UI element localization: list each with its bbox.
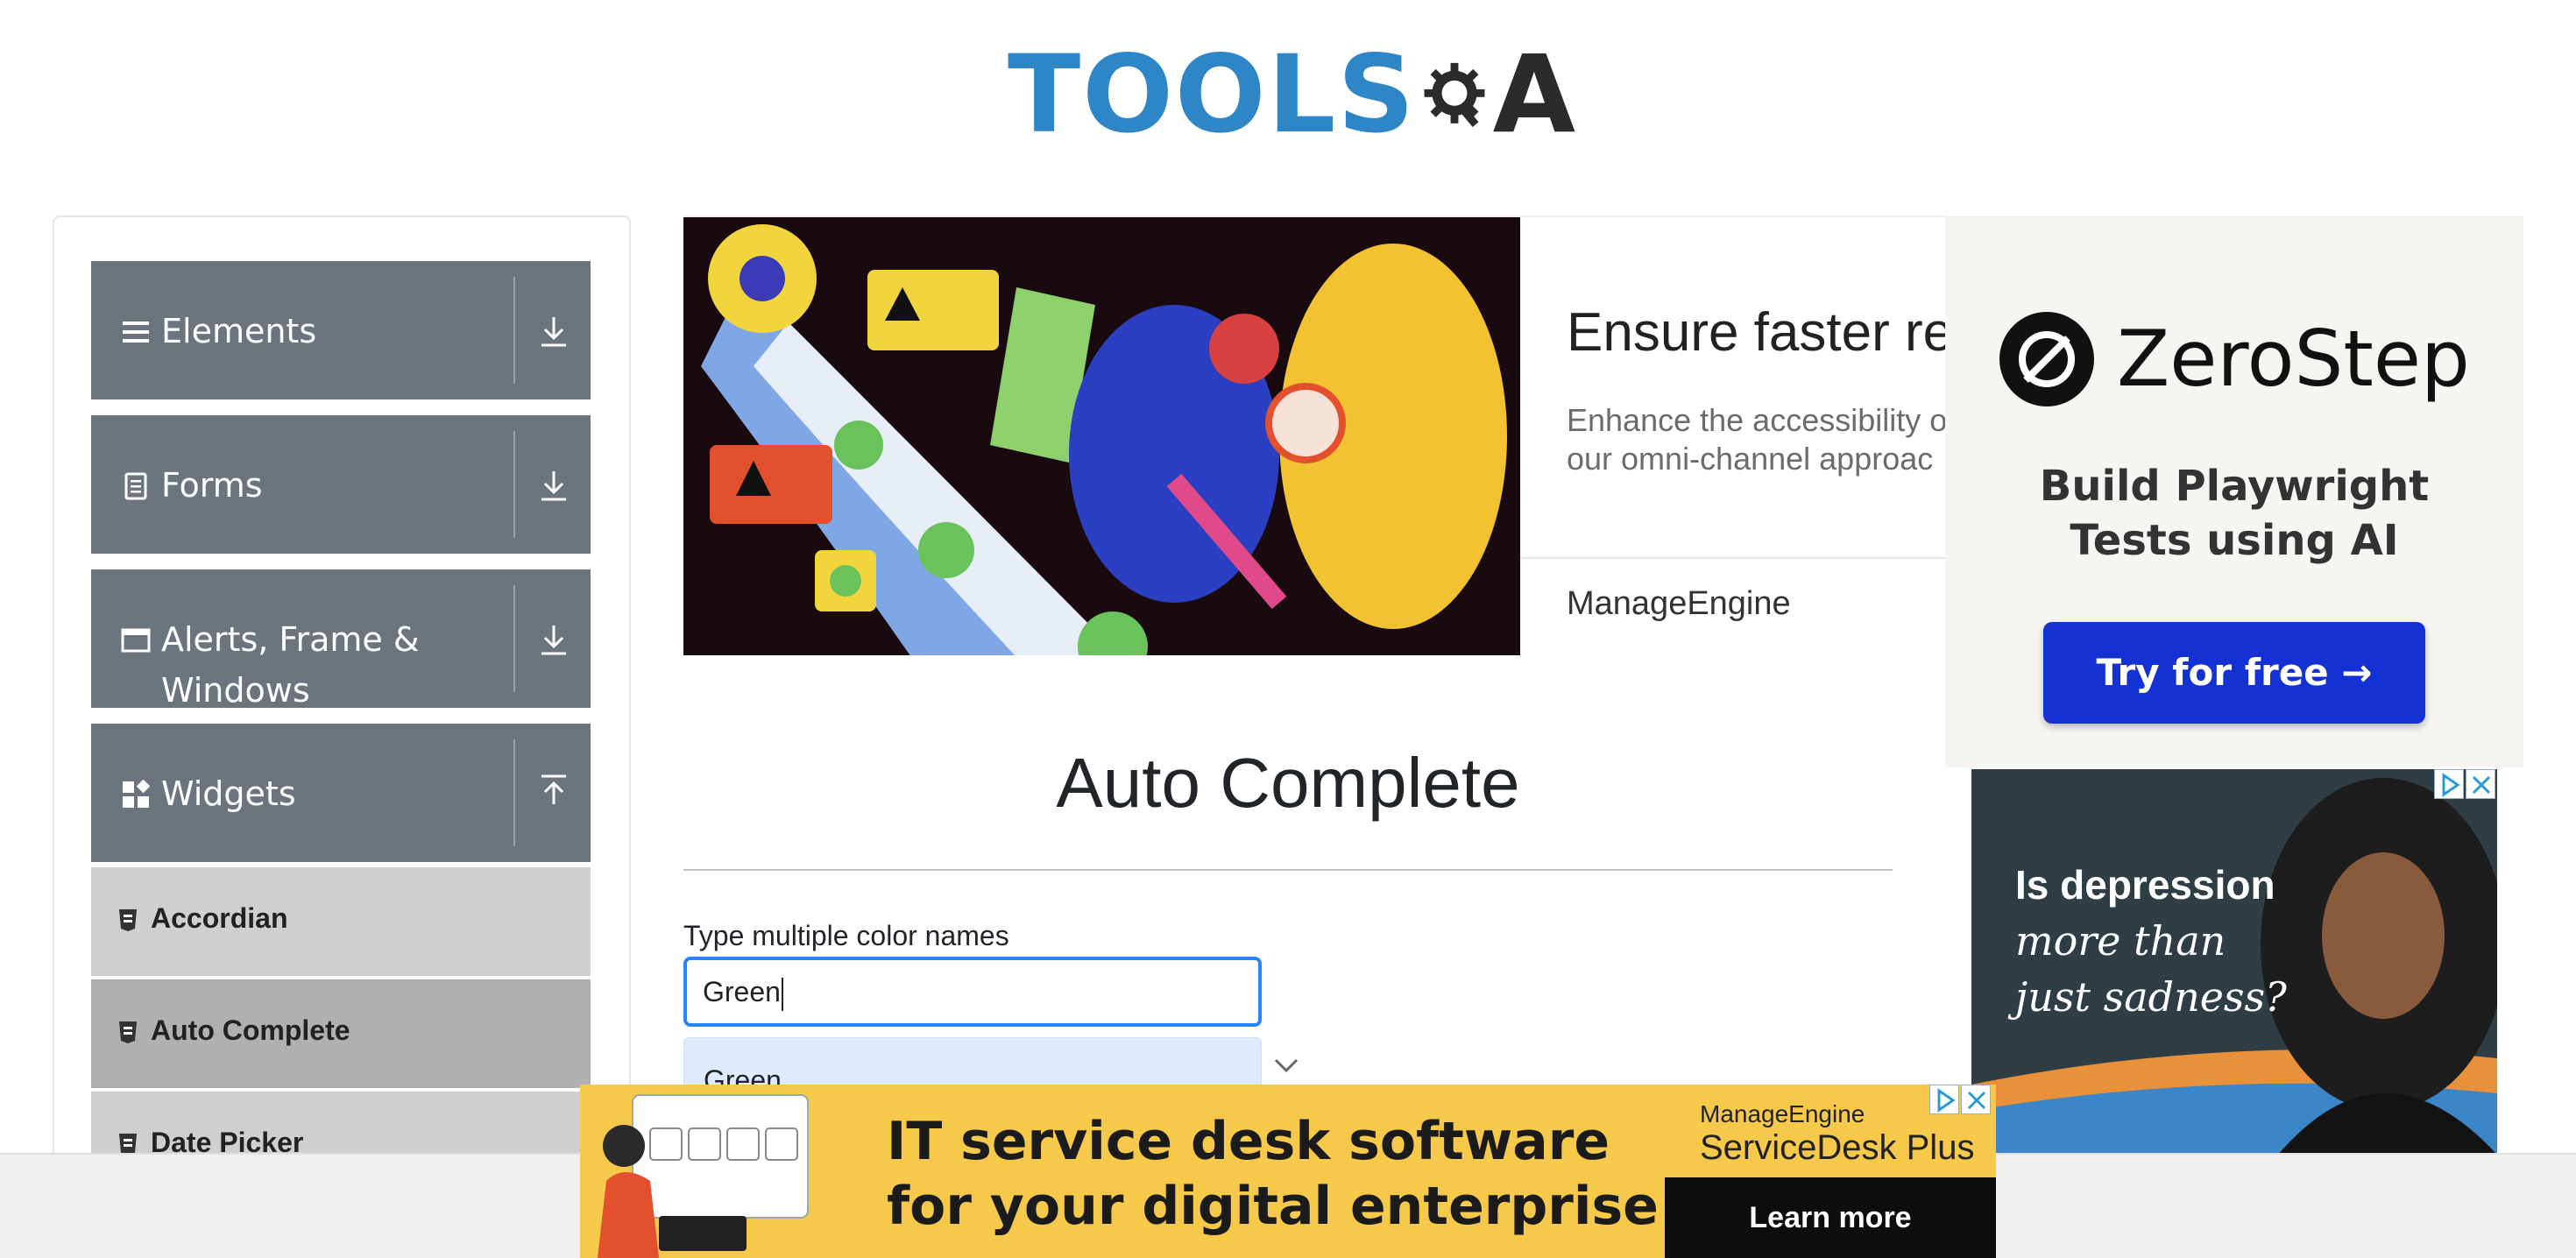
sidebar-item-accordian[interactable]: Accordian [91,867,591,976]
widgets-icon [123,780,151,808]
banner-description-line: Enhance the accessibility o [1567,402,1945,438]
ad-illustration [598,1094,809,1258]
group-label-elements: Elements [161,312,317,350]
banner-description-line: our omni-channel approac [1567,441,1934,477]
divider [513,277,515,384]
zerostep-brand: ZeroStep [2117,314,2470,404]
depression-ad-text: Is depression more than just sadness? [2015,857,2287,1025]
zerostep-ad[interactable]: ZeroStep Build Playwright Tests using AI… [1945,216,2523,767]
learn-more-button[interactable]: Learn more [1665,1177,1996,1258]
chevron-down-icon[interactable] [1269,1051,1304,1078]
adchoices-icon[interactable] [1929,1085,1959,1114]
expand-download-icon[interactable] [538,468,570,503]
divider [513,585,515,692]
sidebar-item-label: Accordian [151,902,288,934]
ad-headline: IT service desk software for your digita… [887,1109,1659,1239]
expand-download-icon[interactable] [538,314,570,349]
close-ad-icon[interactable] [2466,769,2495,799]
divider [1520,557,1945,559]
depression-ad[interactable]: Is depression more than just sadness? [1971,769,2497,1155]
banner-description: Enhance the accessibility o our omni-cha… [1567,401,1945,478]
ad-brand: ManageEngine [1700,1100,1865,1127]
banner-ad[interactable]: Ensure faster res Enhance the accessibil… [683,216,1945,655]
group-header-elements[interactable]: Elements [91,261,591,399]
toolsqa-logo[interactable]: TOOLS A [1008,25,1577,165]
gear-magnifier-icon [1424,62,1485,127]
group-label-forms: Forms [161,466,263,505]
banner-illustration [683,217,1520,655]
adchoices-icon[interactable] [2434,769,2464,799]
divider [513,431,515,538]
try-for-free-button[interactable]: Try for free → [2043,622,2425,724]
ad-line: Is depression [2015,862,2275,908]
group-header-widgets[interactable]: Widgets [91,724,591,862]
page-title: Auto Complete [1056,744,1520,822]
document-icon [124,472,147,500]
sidebar-item-label: Auto Complete [151,1014,350,1046]
sidebar-item-auto-complete[interactable]: Auto Complete [91,979,591,1088]
expand-download-icon[interactable] [538,622,570,657]
zerostep-logo-icon [1999,312,2094,406]
logo-a-text: A [1492,32,1577,157]
tagline-line: Build Playwright [2039,462,2430,511]
divider [683,869,1893,871]
html5-icon [119,1021,137,1043]
ad-headline-line: for your digital enterprise [887,1176,1659,1237]
text-caret [781,977,783,1011]
ad-headline-line: IT service desk software [887,1111,1610,1172]
ad-product: ServiceDesk Plus [1700,1128,1975,1167]
group-label-alerts-line2: Windows [161,671,310,710]
group-label-widgets: Widgets [161,774,296,813]
servicedesk-ad[interactable]: IT service desk software for your digita… [580,1085,1996,1258]
input-value: Green [703,976,781,1007]
left-panel: Elements Forms Alerts, Frame & Windows W… [53,216,631,1258]
multi-color-label: Type multiple color names [683,920,1009,951]
ad-line: more than [2015,917,2226,965]
html5-icon [119,909,137,931]
logo-tools-text: TOOLS [1008,32,1417,157]
zerostep-tagline: Build Playwright Tests using AI [1945,459,2523,568]
banner-title: Ensure faster res [1567,302,1945,363]
multi-color-input[interactable]: Green [683,957,1262,1027]
divider [513,739,515,846]
ad-line: just sadness? [2015,973,2287,1021]
hamburger-icon [123,322,149,343]
group-header-alerts[interactable]: Alerts, Frame & Windows [91,569,591,710]
group-label-alerts: Alerts, Frame & [161,620,420,659]
group-header-forms[interactable]: Forms [91,415,591,554]
banner-brand: ManageEngine [1567,585,1791,622]
collapse-upload-icon[interactable] [538,773,570,808]
close-ad-icon[interactable] [1961,1085,1991,1114]
tagline-line: Tests using AI [2070,516,2399,565]
window-icon [121,628,151,653]
